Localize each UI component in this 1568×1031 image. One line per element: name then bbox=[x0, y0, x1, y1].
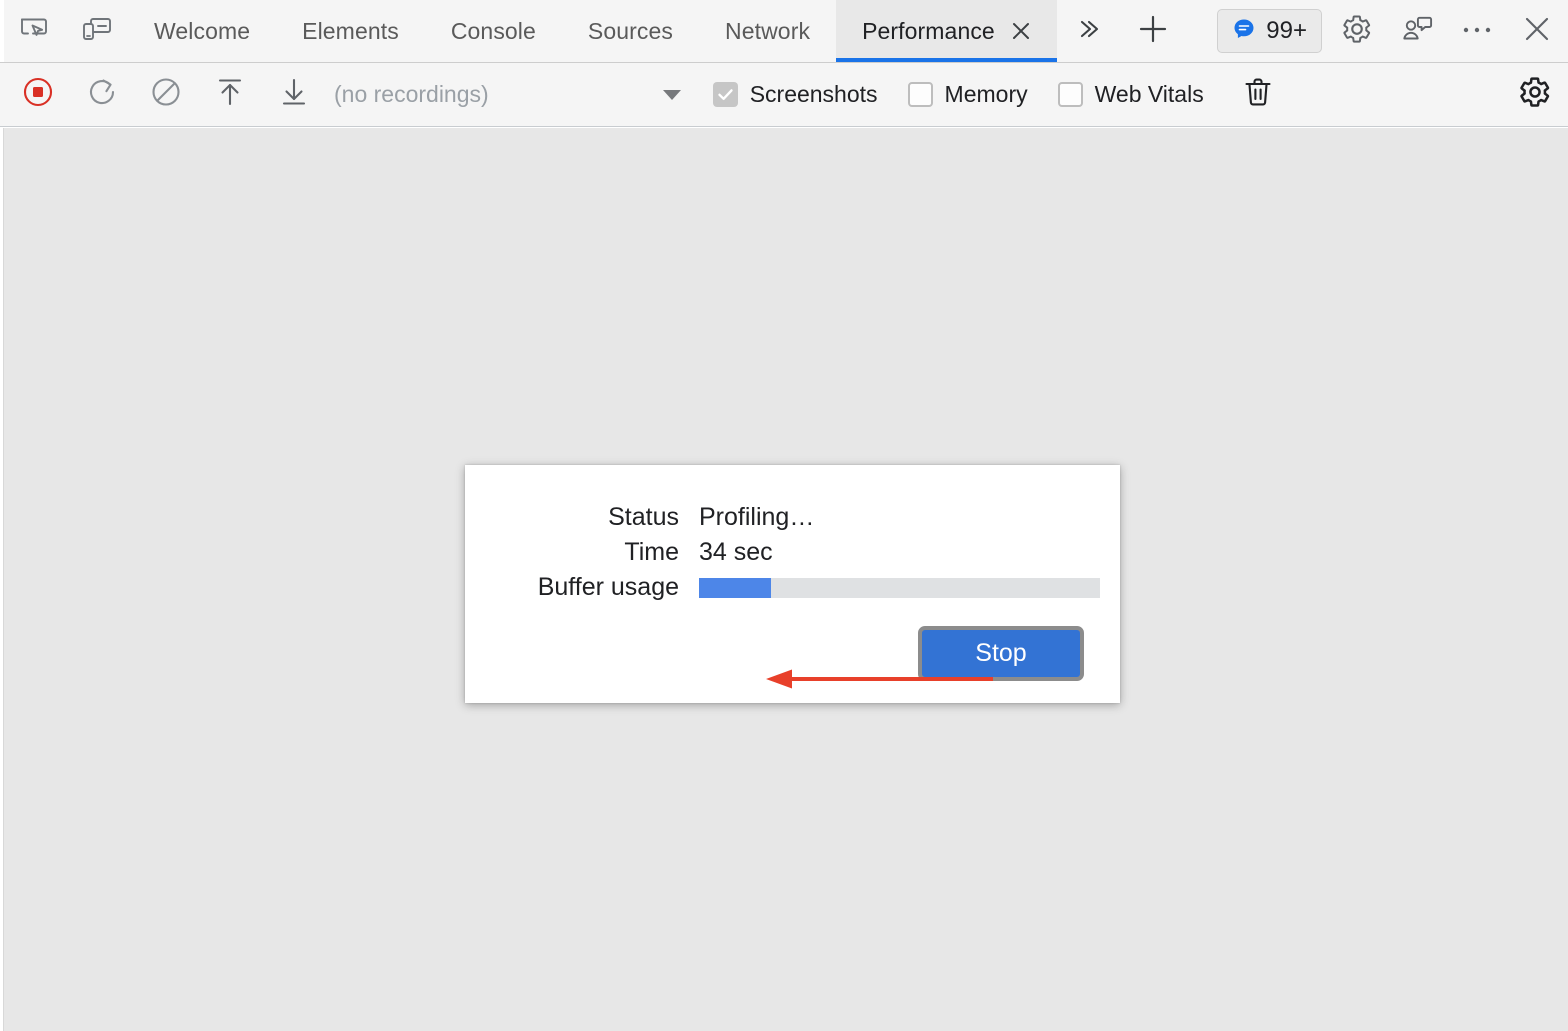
tab-console[interactable]: Console bbox=[425, 0, 562, 62]
tab-label: Network bbox=[725, 17, 811, 44]
tab-performance[interactable]: Performance bbox=[836, 0, 1057, 62]
screenshots-checkbox[interactable]: Screenshots bbox=[712, 63, 878, 127]
close-icon bbox=[1522, 14, 1552, 49]
trash-icon bbox=[1243, 76, 1273, 113]
tab-label: Console bbox=[450, 17, 536, 44]
checkbox-box bbox=[907, 82, 933, 107]
capture-settings-button[interactable] bbox=[1502, 63, 1568, 127]
tab-sources[interactable]: Sources bbox=[562, 0, 699, 62]
status-row: Status Profiling… bbox=[479, 503, 814, 532]
load-profile-button[interactable] bbox=[198, 63, 262, 127]
stop-button-label: Stop bbox=[975, 639, 1027, 667]
status-label: Status bbox=[608, 503, 679, 531]
issues-badge-button[interactable]: 99+ bbox=[1217, 9, 1322, 53]
recordings-dropdown-value: (no recordings) bbox=[334, 81, 489, 107]
reload-and-record-icon bbox=[86, 76, 118, 113]
close-icon[interactable] bbox=[1011, 21, 1031, 41]
web-vitals-checkbox[interactable]: Web Vitals bbox=[1057, 63, 1204, 127]
time-value: 34 sec bbox=[699, 538, 773, 566]
checkbox-label: Screenshots bbox=[749, 81, 878, 107]
time-row: Time 34 sec bbox=[479, 538, 773, 567]
clear-recording-button[interactable] bbox=[134, 63, 198, 127]
devtools-window: Welcome Elements Console Sources Network… bbox=[0, 0, 1568, 1031]
tab-welcome[interactable]: Welcome bbox=[128, 0, 276, 62]
checkbox-label: Memory bbox=[944, 81, 1028, 107]
chevron-double-right-icon bbox=[1076, 18, 1102, 45]
recording-status-dialog: Status Profiling… Time 34 sec Buffer usa… bbox=[465, 465, 1120, 703]
feedback-button[interactable] bbox=[1386, 0, 1448, 62]
tab-label: Welcome bbox=[154, 17, 251, 44]
device-toolbar-button[interactable] bbox=[66, 0, 128, 62]
performance-panel-body: Status Profiling… Time 34 sec Buffer usa… bbox=[3, 128, 1568, 1031]
buffer-usage-progress-fill bbox=[699, 577, 772, 598]
tabbar-spacer bbox=[1185, 0, 1211, 62]
record-button[interactable] bbox=[6, 63, 70, 127]
add-panel-button[interactable] bbox=[1121, 0, 1185, 62]
more-options-button[interactable] bbox=[1448, 0, 1506, 62]
issues-count: 99+ bbox=[1266, 17, 1307, 44]
clear-button[interactable] bbox=[1226, 63, 1290, 127]
caret-down-icon bbox=[661, 88, 683, 102]
reload-and-record-button[interactable] bbox=[70, 63, 134, 127]
more-tabs-button[interactable] bbox=[1057, 0, 1121, 62]
save-profile-icon bbox=[279, 76, 309, 113]
tab-label: Sources bbox=[587, 17, 673, 44]
stop-button[interactable]: Stop bbox=[918, 626, 1084, 681]
checkbox-box bbox=[1057, 82, 1083, 107]
checkbox-box bbox=[712, 82, 738, 107]
performance-toolbar: (no recordings) Screenshots Memory Web V… bbox=[0, 63, 1568, 127]
tab-elements[interactable]: Elements bbox=[276, 0, 425, 62]
plus-icon bbox=[1137, 13, 1169, 50]
inspect-element-icon bbox=[20, 16, 50, 47]
clear-recording-icon bbox=[150, 76, 182, 113]
memory-checkbox[interactable]: Memory bbox=[907, 63, 1028, 127]
time-label: Time bbox=[624, 538, 679, 566]
inspect-element-button[interactable] bbox=[4, 0, 66, 62]
tab-bar: Welcome Elements Console Sources Network… bbox=[0, 0, 1568, 63]
gear-icon bbox=[1342, 14, 1372, 49]
buffer-usage-row: Buffer usage bbox=[479, 573, 1100, 602]
feedback-person-icon bbox=[1401, 15, 1433, 48]
tab-network[interactable]: Network bbox=[699, 0, 836, 62]
devtools-settings-button[interactable] bbox=[1328, 0, 1386, 62]
load-profile-icon bbox=[215, 76, 245, 113]
buffer-usage-progress bbox=[699, 577, 1100, 598]
save-profile-button[interactable] bbox=[262, 63, 326, 127]
close-devtools-button[interactable] bbox=[1506, 0, 1568, 62]
recordings-dropdown[interactable]: (no recordings) bbox=[334, 73, 683, 117]
tab-label: Elements bbox=[302, 17, 399, 44]
device-toolbar-icon bbox=[81, 16, 113, 47]
buffer-usage-label: Buffer usage bbox=[537, 573, 679, 601]
checkbox-label: Web Vitals bbox=[1094, 81, 1204, 107]
status-value: Profiling… bbox=[699, 503, 815, 531]
issues-speech-bubble-icon bbox=[1232, 17, 1256, 46]
three-dots-icon bbox=[1462, 22, 1492, 40]
gear-icon bbox=[1519, 76, 1551, 113]
tab-label: Performance bbox=[862, 17, 995, 44]
record-stop-icon bbox=[22, 76, 54, 113]
